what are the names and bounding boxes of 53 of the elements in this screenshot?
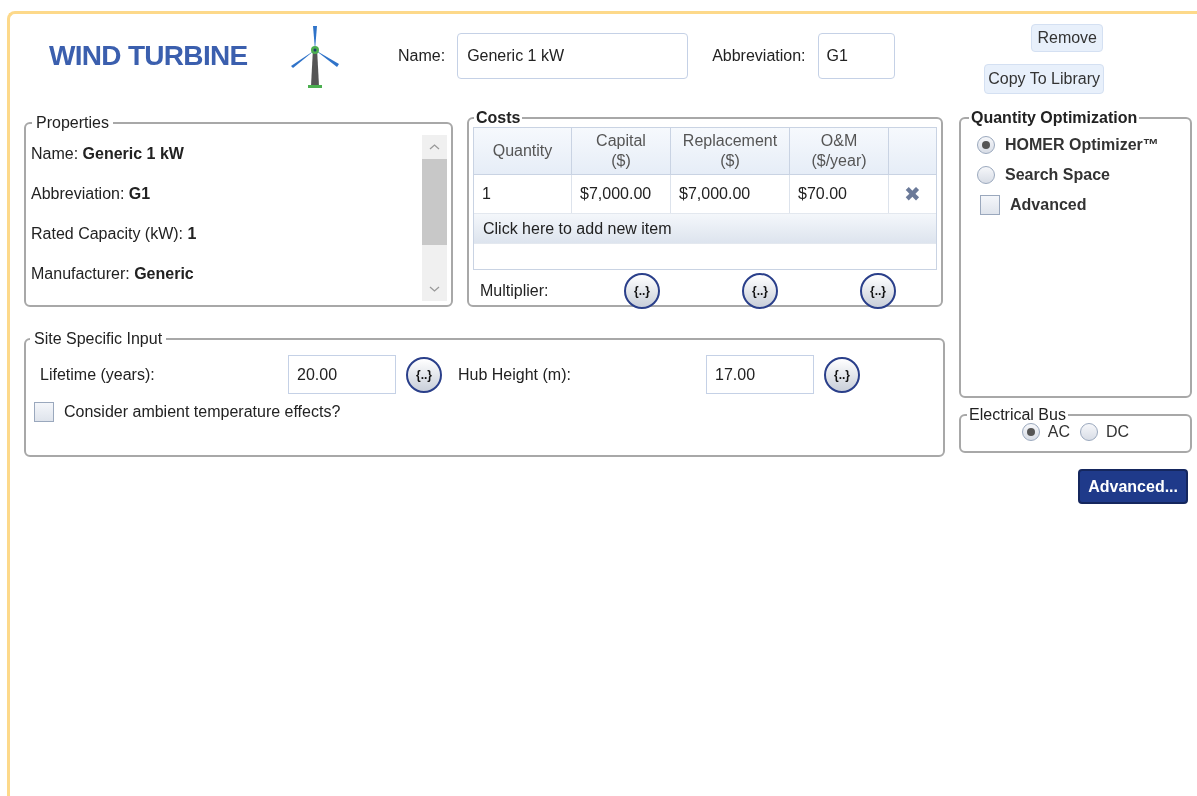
name-input[interactable]: Generic 1 kW — [457, 32, 689, 79]
option-label: HOMER Optimizer™ — [1005, 135, 1159, 155]
panel-title: WIND TURBINE — [49, 38, 249, 73]
multiplier-button[interactable]: {..} — [406, 356, 442, 393]
column-header: Capital ($) — [572, 128, 671, 174]
multiplier-button[interactable]: {..} — [824, 356, 860, 393]
field-label: Hub Height (m): — [458, 364, 572, 385]
group-label: Electrical Bus — [968, 408, 1067, 422]
column-header: O&M ($/year) — [790, 128, 889, 174]
scrollbar[interactable] — [422, 135, 447, 301]
radio-button[interactable] — [1021, 423, 1040, 441]
option-label: Advanced — [1010, 195, 1087, 215]
scroll-down-icon[interactable] — [429, 286, 440, 292]
scroll-thumb[interactable] — [422, 159, 447, 245]
checkbox[interactable] — [980, 195, 1000, 215]
group-label: Properties — [35, 113, 110, 133]
multiplier-button[interactable]: {..} — [624, 273, 660, 309]
scroll-up-icon[interactable] — [429, 144, 440, 150]
property-text: Rated Capacity (kW): 1 — [30, 224, 198, 244]
table-cell: $70.00 — [790, 175, 889, 213]
copy-to-library-button[interactable]: Copy To Library — [984, 64, 1104, 94]
option-label: DC — [1106, 422, 1130, 442]
table-cell: $7,000.00 — [572, 175, 671, 213]
column-header: Replacement ($) — [671, 128, 790, 174]
add-item-row[interactable]: Click here to add new item — [474, 214, 936, 244]
property-text: Name: Generic 1 kW — [30, 144, 185, 164]
property-text: Manufacturer: Generic — [30, 264, 195, 284]
name-label: Name: — [398, 45, 446, 66]
radio-button[interactable] — [1080, 423, 1099, 441]
field-label: Lifetime (years): — [40, 364, 156, 385]
advanced-button[interactable]: Advanced... — [1078, 469, 1188, 504]
multiplier-label: Multiplier: — [480, 281, 550, 301]
table-cell: 1 — [474, 175, 572, 213]
remove-button[interactable]: Remove — [1031, 24, 1103, 52]
checkbox-label: Consider ambient temperature effects? — [64, 402, 341, 422]
option-label: AC — [1047, 422, 1071, 442]
checkbox[interactable] — [34, 402, 54, 422]
column-header: Quantity — [474, 128, 572, 174]
radio-button[interactable] — [977, 136, 995, 154]
abbreviation-label: Abbreviation: — [712, 45, 806, 66]
group-label: Quantity Optimization — [970, 111, 1139, 125]
property-text: Abbreviation: G1 — [30, 184, 152, 204]
radio-button[interactable] — [977, 166, 995, 184]
value-input[interactable]: 17.00 — [706, 355, 814, 394]
multiplier-button[interactable]: {..} — [860, 273, 896, 309]
option-label: Search Space — [1005, 165, 1110, 185]
abbreviation-input[interactable]: G1 — [817, 32, 895, 79]
multiplier-button[interactable]: {..} — [742, 273, 778, 309]
group-label: Site Specific Input — [33, 329, 164, 349]
wind-turbine-icon — [289, 23, 341, 88]
group-label: Costs — [475, 111, 522, 125]
table-cell: $7,000.00 — [671, 175, 790, 213]
value-input[interactable]: 20.00 — [288, 355, 396, 394]
